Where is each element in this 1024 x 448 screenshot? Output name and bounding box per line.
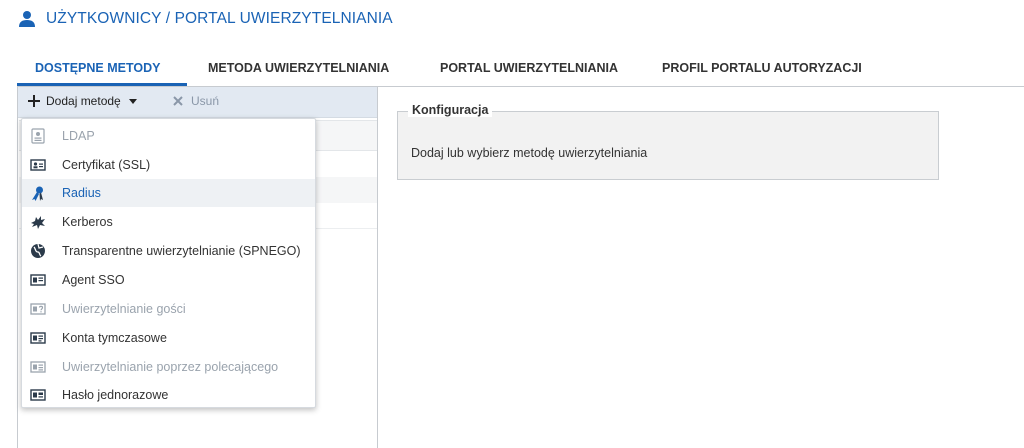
tab-authentication-method[interactable]: METODA UWIERZYTELNIANIA [208, 61, 389, 75]
tab-available-methods[interactable]: DOSTĘPNE METODY [35, 61, 160, 75]
add-method-dropdown: LDAP Certyfikat (SSL) Radius Kerberos Tr… [21, 118, 316, 408]
spnego-icon [31, 243, 45, 258]
guest-icon [30, 303, 46, 315]
tab-authentication-portal[interactable]: PORTAL UWIERZYTELNIANIA [440, 61, 618, 75]
remove-method-button[interactable]: Usuń [173, 94, 219, 108]
kerberos-icon [31, 216, 45, 229]
add-method-button[interactable]: Dodaj metodę [28, 94, 137, 108]
configuration-panel: Konfiguracja Dodaj lub wybierz metodę uw… [397, 103, 939, 180]
menu-item-guest[interactable]: Uwierzytelnianie gości [22, 295, 315, 323]
menu-item-temporary-accounts[interactable]: Konta tymczasowe [22, 324, 315, 352]
remove-method-label: Usuń [191, 94, 220, 108]
radius-icon [32, 186, 43, 201]
certificate-icon [30, 159, 46, 171]
add-method-label: Dodaj metodę [46, 94, 121, 108]
agent-sso-icon [30, 274, 46, 286]
configuration-legend: Konfiguracja [408, 103, 493, 117]
one-time-password-icon [30, 389, 46, 401]
plus-icon [28, 95, 40, 107]
menu-item-certificate[interactable]: Certyfikat (SSL) [22, 151, 315, 179]
close-icon [173, 96, 183, 106]
tab-bar: DOSTĘPNE METODY METODA UWIERZYTELNIANIA … [17, 57, 1024, 87]
menu-item-one-time-password[interactable]: Hasło jednorazowe [22, 381, 315, 409]
menu-item-agent-sso[interactable]: Agent SSO [22, 266, 315, 294]
menu-item-kerberos[interactable]: Kerberos [22, 208, 315, 236]
active-tab-indicator [17, 83, 187, 86]
chevron-down-icon [128, 98, 137, 104]
menu-item-sponsor[interactable]: Uwierzytelnianie poprzez polecającego [22, 353, 315, 381]
temporary-account-icon [30, 332, 46, 344]
menu-item-ldap[interactable]: LDAP [22, 122, 315, 150]
menu-item-radius[interactable]: Radius [22, 179, 315, 207]
tab-authorization-portal-profile[interactable]: PROFIL PORTALU AUTORYZACJI [662, 61, 862, 75]
ldap-icon [31, 128, 45, 144]
menu-item-spnego[interactable]: Transparentne uwierzytelnianie (SPNEGO) [22, 237, 315, 265]
page-header: UŻYTKOWNICY / PORTAL UWIERZYTELNIANIA [18, 8, 393, 30]
configuration-hint: Dodaj lub wybierz metodę uwierzytelniani… [411, 146, 648, 160]
user-icon [19, 11, 35, 27]
sponsor-icon [30, 361, 46, 373]
methods-toolbar: Dodaj metodę Usuń [18, 87, 377, 118]
page-title: UŻYTKOWNICY / PORTAL UWIERZYTELNIANIA [46, 10, 393, 27]
